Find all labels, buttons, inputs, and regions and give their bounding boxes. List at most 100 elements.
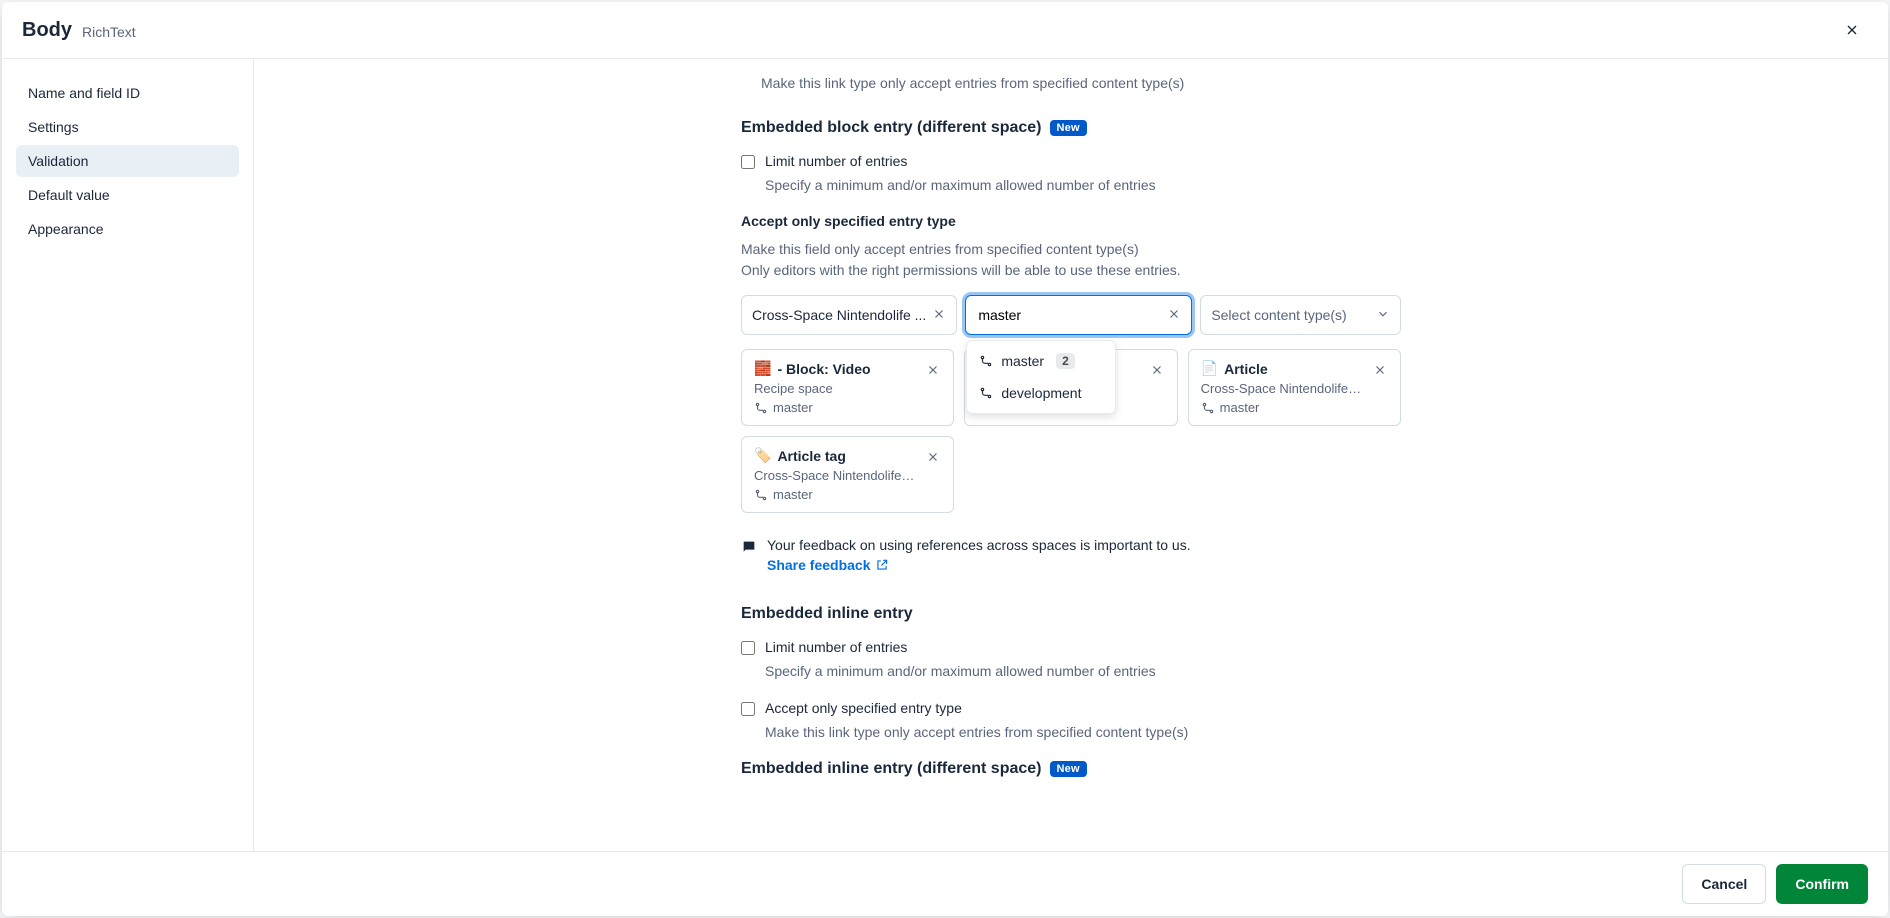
feedback-box: Your feedback on using references across… <box>741 537 1401 573</box>
sidebar-item-default-value[interactable]: Default value <box>16 179 239 211</box>
branch-icon <box>754 488 768 502</box>
section-title: Embedded block entry (different space) <box>741 119 1042 137</box>
chip-env: master <box>1201 400 1364 415</box>
close-button[interactable] <box>1836 14 1868 46</box>
chip-remove-button[interactable] <box>923 447 943 467</box>
subheading-accept-type: Accept only specified entry type <box>741 213 1401 229</box>
confirm-label: Confirm <box>1795 876 1849 892</box>
option-limit-entries-block: Limit number of entries <box>741 153 1401 169</box>
badge-new: New <box>1050 761 1087 777</box>
share-feedback-link[interactable]: Share feedback <box>767 557 889 573</box>
chip-emoji: 📄 <box>1201 360 1218 377</box>
section-title: Embedded inline entry (different space) <box>741 760 1042 778</box>
chip-remove-button[interactable] <box>1147 360 1167 380</box>
space-selector-clear[interactable] <box>932 307 946 324</box>
feedback-text: Your feedback on using references across… <box>767 537 1191 553</box>
checkbox-limit-entries-inline[interactable] <box>741 641 755 655</box>
content-inner: Make this link type only accept entries … <box>741 59 1401 811</box>
sidebar-item-label: Default value <box>28 187 110 203</box>
cancel-button[interactable]: Cancel <box>1682 864 1766 904</box>
chip-space: Cross-Space Nintendolife - E... <box>1201 381 1364 396</box>
option-label: Accept only specified entry type <box>765 700 962 716</box>
environment-dropdown: master 2 development <box>966 340 1116 414</box>
chip-title-text: - Block: Video <box>777 361 870 377</box>
section-heading-embedded-inline: Embedded inline entry <box>741 605 1401 623</box>
content-type-selector[interactable]: Select content type(s) <box>1200 295 1401 335</box>
chip-env-text: master <box>773 487 813 502</box>
modal-footer: Cancel Confirm <box>2 851 1888 916</box>
option-help: Specify a minimum and/or maximum allowed… <box>765 175 1401 195</box>
option-label: Limit number of entries <box>765 153 907 169</box>
sidebar-item-name-field-id[interactable]: Name and field ID <box>16 77 239 109</box>
chip-remove-button[interactable] <box>923 360 943 380</box>
sidebar: Name and field ID Settings Validation De… <box>2 59 254 851</box>
option-label: Limit number of entries <box>765 639 907 655</box>
page-subtitle: RichText <box>82 24 136 40</box>
branch-icon <box>1201 401 1215 415</box>
sidebar-item-label: Name and field ID <box>28 85 140 101</box>
page-title: Body <box>22 19 72 42</box>
sidebar-item-appearance[interactable]: Appearance <box>16 213 239 245</box>
external-link-icon <box>875 558 889 572</box>
sidebar-item-settings[interactable]: Settings <box>16 111 239 143</box>
content-type-placeholder: Select content type(s) <box>1211 307 1370 323</box>
dropdown-item-master[interactable]: master 2 <box>967 345 1115 377</box>
feedback-link-label: Share feedback <box>767 557 871 573</box>
chip-emoji: 🧱 <box>754 360 771 377</box>
badge-new: New <box>1050 120 1087 136</box>
checkbox-limit-entries-block[interactable] <box>741 155 755 169</box>
truncated-prev-section-help: Make this link type only accept entries … <box>741 75 1401 91</box>
chip-title: 🧱 - Block: Video <box>754 360 917 377</box>
branch-icon <box>754 401 768 415</box>
option-help: Make this link type only accept entries … <box>765 722 1401 742</box>
chevron-down-icon <box>1376 307 1390 321</box>
close-icon <box>926 450 940 464</box>
chip-title: 🏷️ Article tag <box>754 447 917 464</box>
space-selector[interactable]: Cross-Space Nintendolife ... <box>741 295 957 335</box>
sidebar-item-label: Validation <box>28 153 88 169</box>
environment-input[interactable] <box>976 306 1161 324</box>
dropdown-item-development[interactable]: development <box>967 377 1115 409</box>
option-limit-entries-inline: Limit number of entries <box>741 639 1401 655</box>
content-type-chip: 🏷️ Article tag Cross-Space Nintendolife … <box>741 436 954 513</box>
subdesc-accept-type: Make this field only accept entries from… <box>741 239 1401 281</box>
modal-body: Name and field ID Settings Validation De… <box>2 59 1888 851</box>
close-icon <box>1373 363 1387 377</box>
section-heading-embedded-block: Embedded block entry (different space) N… <box>741 119 1401 137</box>
chip-title-text: Article tag <box>777 448 845 464</box>
content-type-chevron <box>1376 307 1390 324</box>
chip-env: master <box>754 400 917 415</box>
chip-emoji: 🏷️ <box>754 447 771 464</box>
cancel-label: Cancel <box>1701 876 1747 892</box>
sidebar-item-label: Appearance <box>28 221 104 237</box>
subdesc-line1: Make this field only accept entries from… <box>741 241 1139 257</box>
chip-remove-button[interactable] <box>1370 360 1390 380</box>
sidebar-item-validation[interactable]: Validation <box>16 145 239 177</box>
space-selector-value: Cross-Space Nintendolife ... <box>752 307 926 323</box>
comment-icon <box>741 539 757 558</box>
modal-header: Body RichText <box>2 2 1888 59</box>
close-icon <box>926 363 940 377</box>
option-help: Specify a minimum and/or maximum allowed… <box>765 661 1401 681</box>
chip-env-text: master <box>1220 400 1260 415</box>
chip-title-text: Article <box>1224 361 1268 377</box>
chip-space: Recipe space <box>754 381 917 396</box>
dropdown-item-label: development <box>1001 385 1081 401</box>
chip-title: 📄 Article <box>1201 360 1364 377</box>
close-icon <box>1844 22 1860 38</box>
content-type-chip: 🧱 - Block: Video Recipe space master <box>741 349 954 426</box>
content-scroll[interactable]: Make this link type only accept entries … <box>254 59 1888 851</box>
confirm-button[interactable]: Confirm <box>1776 864 1868 904</box>
modal-container: Body RichText Name and field ID Settings… <box>2 2 1888 916</box>
section-title: Embedded inline entry <box>741 605 913 623</box>
environment-selector-clear[interactable] <box>1167 307 1181 324</box>
environment-selector[interactable]: master 2 development <box>965 295 1192 335</box>
feedback-content: Your feedback on using references across… <box>767 537 1191 573</box>
subdesc-line2: Only editors with the right permissions … <box>741 262 1181 278</box>
checkbox-accept-type-inline[interactable] <box>741 702 755 716</box>
close-icon <box>932 307 946 321</box>
sidebar-item-label: Settings <box>28 119 79 135</box>
chip-space: Cross-Space Nintendolife - E... <box>754 468 917 483</box>
content-type-chip: 📄 Article Cross-Space Nintendolife - E..… <box>1188 349 1401 426</box>
close-icon <box>1167 307 1181 321</box>
